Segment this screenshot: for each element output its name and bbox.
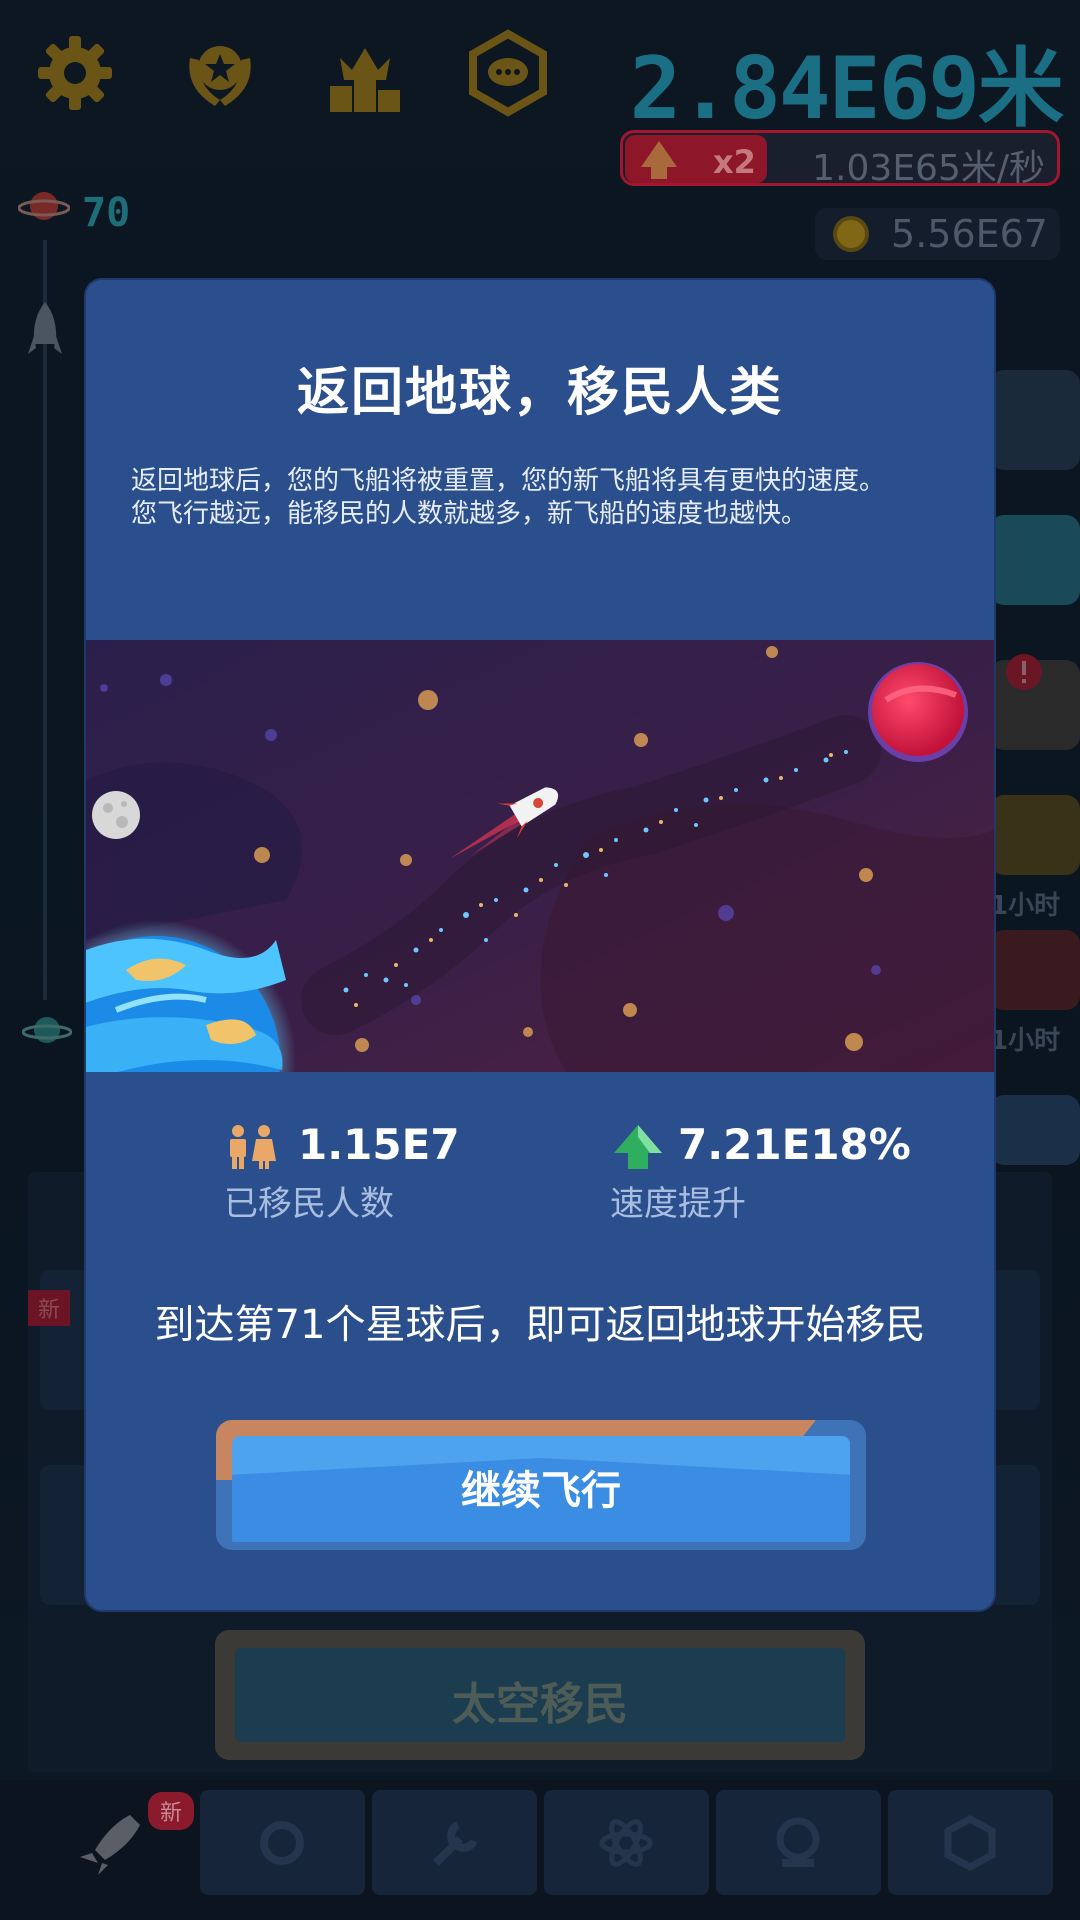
- alert-badge-icon: [1006, 654, 1042, 690]
- space-migrate-button[interactable]: 太空移民: [215, 1630, 865, 1760]
- planet-level: 70: [82, 190, 131, 236]
- description-line-1: 返回地球后，您的飞船将被重置，您的新飞船将具有更快的速度。: [131, 466, 886, 496]
- speed-boost-value: 7.21E18%: [678, 1120, 911, 1169]
- new-tag: 新: [28, 1290, 71, 1326]
- settings-gear-icon[interactable]: [30, 28, 120, 118]
- side-tile-gift-2[interactable]: [990, 930, 1080, 1010]
- side-tile-calendar[interactable]: [990, 515, 1080, 605]
- speed-boost-label: 速度提升: [610, 1184, 746, 1224]
- coin-icon: [833, 216, 869, 252]
- speed-boost-bar[interactable]: x2 1.03E65米/秒: [620, 130, 1060, 189]
- continue-flying-label: 继续飞行: [461, 1468, 621, 1514]
- settings-badge-icon: [944, 1815, 996, 1871]
- game-screen: 2.84E69米 x2 1.03E65米/秒 5.56E67 70 1小时 1小…: [0, 0, 1080, 1920]
- rocket-icon[interactable]: [70, 1805, 150, 1885]
- space-scene-illustration: [86, 640, 994, 1072]
- dialog-title: 返回地球，移民人类: [296, 363, 783, 423]
- boost-button[interactable]: x2: [625, 135, 767, 183]
- moon-icon: [92, 791, 140, 839]
- migrants-label: 已移民人数: [224, 1184, 394, 1224]
- rocket-marker-icon: [28, 302, 62, 354]
- wrench-icon: [433, 1821, 478, 1866]
- gift-timer-1: 1小时: [990, 891, 1061, 921]
- speed-readout: 1.03E65米/秒: [812, 148, 1045, 189]
- gear-core-icon: [260, 1821, 304, 1865]
- space-migrate-label: 太空移民: [452, 1679, 628, 1730]
- nav-new-badge: 新: [148, 1792, 195, 1830]
- coin-value: 5.56E67: [891, 212, 1048, 256]
- speed-up-arrow-icon: [614, 1125, 662, 1169]
- migrants-value: 1.15E7: [298, 1120, 460, 1169]
- boost-arrow-icon: [641, 141, 677, 179]
- leaderboard-podium-icon[interactable]: [320, 28, 410, 118]
- gift-timer-2: 1小时: [990, 1026, 1061, 1056]
- trophy-icon[interactable]: [175, 28, 265, 118]
- side-tile-people[interactable]: [990, 370, 1080, 470]
- red-planet-icon: [868, 662, 968, 762]
- continue-flying-button[interactable]: 继续飞行: [216, 1420, 866, 1550]
- home-planet-icon: [22, 1017, 72, 1043]
- distance-readout: 2.84E69米: [629, 39, 1064, 139]
- chat-hexagon-icon[interactable]: [463, 28, 553, 118]
- migration-requirement-hint: 到达第71个星球后，即可返回地球开始移民: [154, 1302, 926, 1348]
- return-to-earth-dialog: 返回地球，移民人类 返回地球后，您的飞船将被重置，您的新飞船将具有更快的速度。 …: [86, 280, 994, 1610]
- migrants-people-icon: [230, 1125, 276, 1169]
- dialog-description: 返回地球后，您的飞船将被重置，您的新飞船将具有更快的速度。 您飞行越远，能移民的…: [131, 465, 954, 531]
- coin-counter: 5.56E67: [815, 208, 1060, 260]
- skills-tab[interactable]: [990, 1095, 1080, 1165]
- description-line-2: 您飞行越远，能移民的人数就越多，新飞船的速度也越快。: [131, 499, 808, 529]
- planet-icon: [18, 192, 70, 220]
- boost-multiplier: x2: [713, 143, 756, 181]
- atom-icon: [599, 1819, 653, 1867]
- side-tile-gift-1[interactable]: [990, 795, 1080, 875]
- satellite-dish-icon: [776, 1817, 820, 1867]
